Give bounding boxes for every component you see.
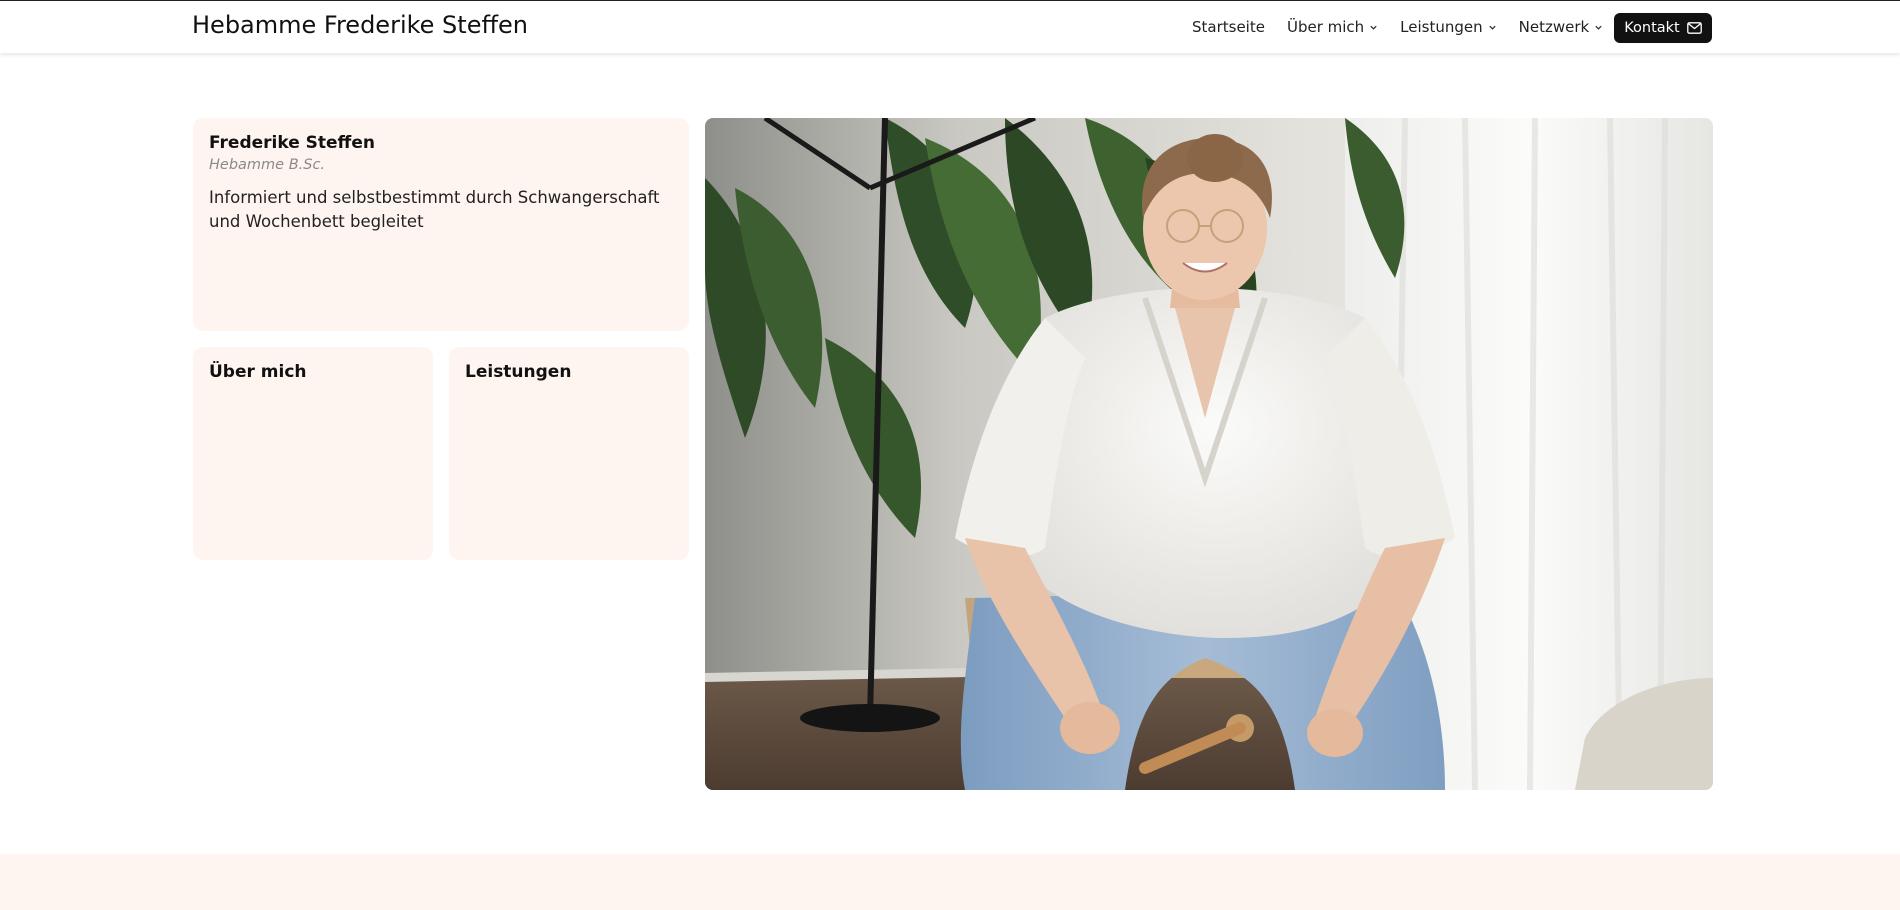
about-card[interactable]: Über mich [193,347,433,560]
contact-button[interactable]: Kontakt [1614,13,1712,43]
intro-card: Frederike Steffen Hebamme B.Sc. Informie… [193,118,689,331]
nav-item-label: Netzwerk [1518,18,1590,36]
portrait-illustration [705,118,1713,790]
site-brand-link[interactable]: Hebamme Frederike Steffen [192,11,528,39]
intro-subtitle: Hebamme B.Sc. [209,157,326,173]
contact-button-label: Kontakt [1624,20,1680,36]
nav-item-leistungen[interactable]: Leistungen [1400,18,1496,36]
about-card-title: Über mich [209,362,307,382]
nav-item-netzwerk[interactable]: Netzwerk [1519,18,1604,36]
nav-item-label: Über mich [1286,18,1365,36]
intro-text: Informiert und selbstbestimmt durch Schw… [209,188,660,231]
section-band [0,854,1900,910]
main-nav: Startseite Über mich Leistungen Netzwerk [1192,1,1625,53]
mail-icon [1686,22,1702,34]
nav-item-label: Startseite [1192,18,1265,36]
nav-item-label: Leistungen [1400,18,1483,36]
chevron-down-icon [1370,25,1377,30]
portrait-photo [705,118,1713,790]
chevron-down-icon [1488,25,1496,30]
intro-name: Frederike Steffen [209,133,375,153]
services-card-title: Leistungen [465,362,572,382]
nav-item-startseite[interactable]: Startseite [1192,18,1265,36]
chevron-down-icon [1595,25,1602,30]
nav-item-ueber-mich[interactable]: Über mich [1287,18,1378,36]
site-header: Hebamme Frederike Steffen Startseite Übe… [0,1,1900,53]
services-card[interactable]: Leistungen [449,347,689,560]
